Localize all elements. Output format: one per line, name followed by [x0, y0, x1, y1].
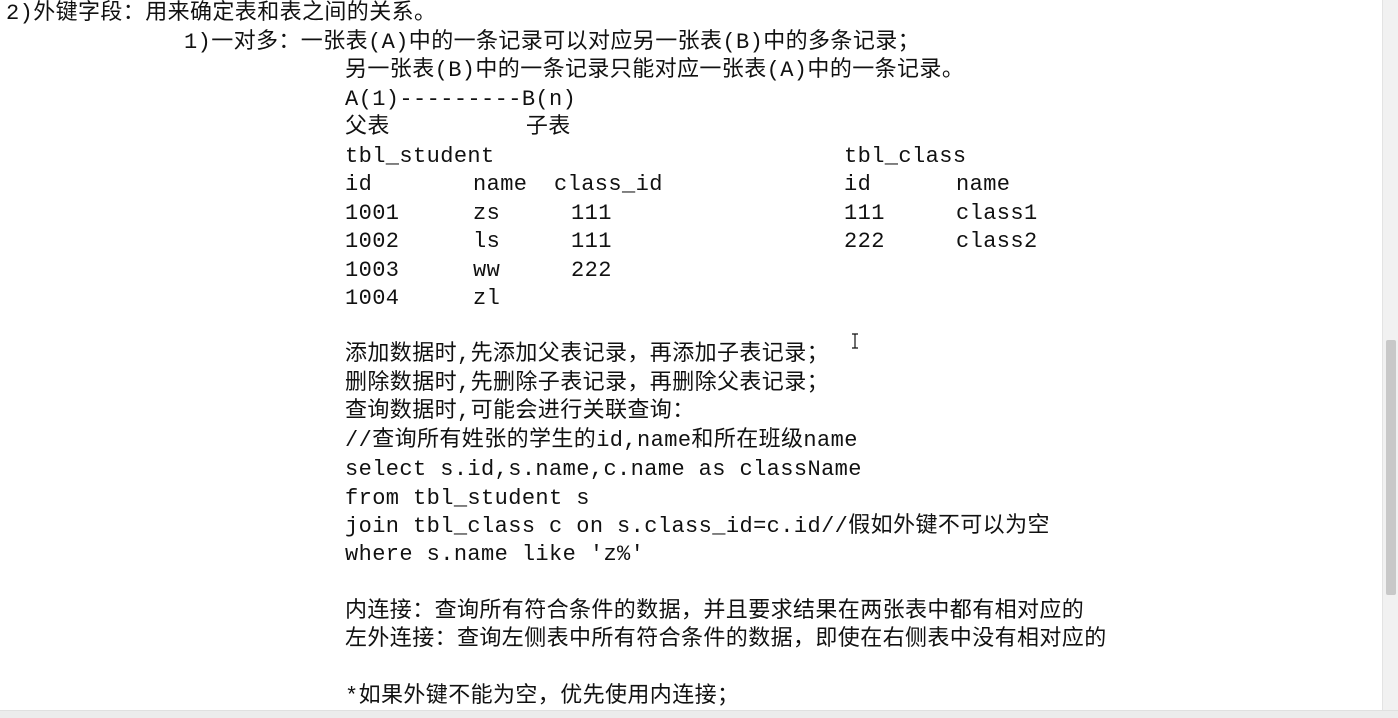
text-cursor-icon — [852, 333, 858, 349]
student-row-id: 1001 — [345, 201, 400, 226]
class-table-name: tbl_class — [844, 144, 967, 169]
one-to-many-line-2: 另一张表(B)中的一条记录只能对应一张表(A)中的一条记录。 — [345, 58, 965, 83]
parent-child-labels: 父表 子表 — [345, 115, 571, 140]
student-row-class-id: 111 — [571, 229, 612, 254]
insert-order-note: 添加数据时,先添加父表记录，再添加子表记录； — [345, 342, 830, 367]
student-row-class-id: 222 — [571, 258, 612, 283]
vertical-scrollbar-thumb[interactable] — [1386, 340, 1396, 595]
class-header-name: name — [956, 172, 1011, 197]
class-row-name: class2 — [956, 229, 1038, 254]
class-row-name: class1 — [956, 201, 1038, 226]
student-row-id: 1003 — [345, 258, 400, 283]
text-editor-area[interactable]: 2)外键字段：用来确定表和表之间的关系。 1)一对多：一张表(A)中的一条记录可… — [0, 0, 1382, 710]
student-row-id: 1002 — [345, 229, 400, 254]
student-row-id: 1004 — [345, 286, 400, 311]
student-header-id: id — [345, 172, 373, 197]
student-row-class-id: 111 — [571, 201, 612, 226]
left-join-note: 左外连接：查询左侧表中所有符合条件的数据，即使在右侧表中没有相对应的 — [345, 627, 1107, 652]
horizontal-scrollbar[interactable] — [0, 710, 1398, 718]
heading-foreign-key: 2)外键字段：用来确定表和表之间的关系。 — [6, 1, 437, 26]
sql-from: from tbl_student s — [345, 486, 590, 511]
inner-join-priority-note: *如果外键不能为空，优先使用内连接； — [345, 684, 740, 709]
relation-diagram: A(1)---------B(n) — [345, 87, 577, 112]
student-header-class-id: class_id — [554, 172, 663, 197]
delete-order-note: 删除数据时,先删除子表记录，再删除父表记录； — [345, 371, 830, 396]
class-row-id: 222 — [844, 229, 885, 254]
sql-join: join tbl_class c on s.class_id=c.id//假如外… — [345, 514, 1050, 539]
class-header-id: id — [844, 172, 872, 197]
student-row-name: zl — [473, 286, 501, 311]
student-row-name: ww — [473, 258, 501, 283]
student-header-name: name — [473, 172, 528, 197]
sql-where: where s.name like 'z%' — [345, 542, 645, 567]
inner-join-note: 内连接：查询所有符合条件的数据，并且要求结果在两张表中都有相对应的 — [345, 599, 1085, 624]
vertical-scrollbar[interactable] — [1382, 0, 1398, 710]
class-row-id: 111 — [844, 201, 885, 226]
sql-select: select s.id,s.name,c.name as className — [345, 457, 862, 482]
sql-comment: //查询所有姓张的学生的id,name和所在班级name — [345, 428, 858, 453]
student-row-name: ls — [473, 229, 501, 254]
one-to-many-intro: 1)一对多：一张表(A)中的一条记录可以对应另一张表(B)中的多条记录； — [184, 30, 921, 55]
query-note: 查询数据时,可能会进行关联查询： — [345, 399, 695, 424]
student-row-name: zs — [473, 201, 501, 226]
student-table-name: tbl_student — [345, 144, 495, 169]
